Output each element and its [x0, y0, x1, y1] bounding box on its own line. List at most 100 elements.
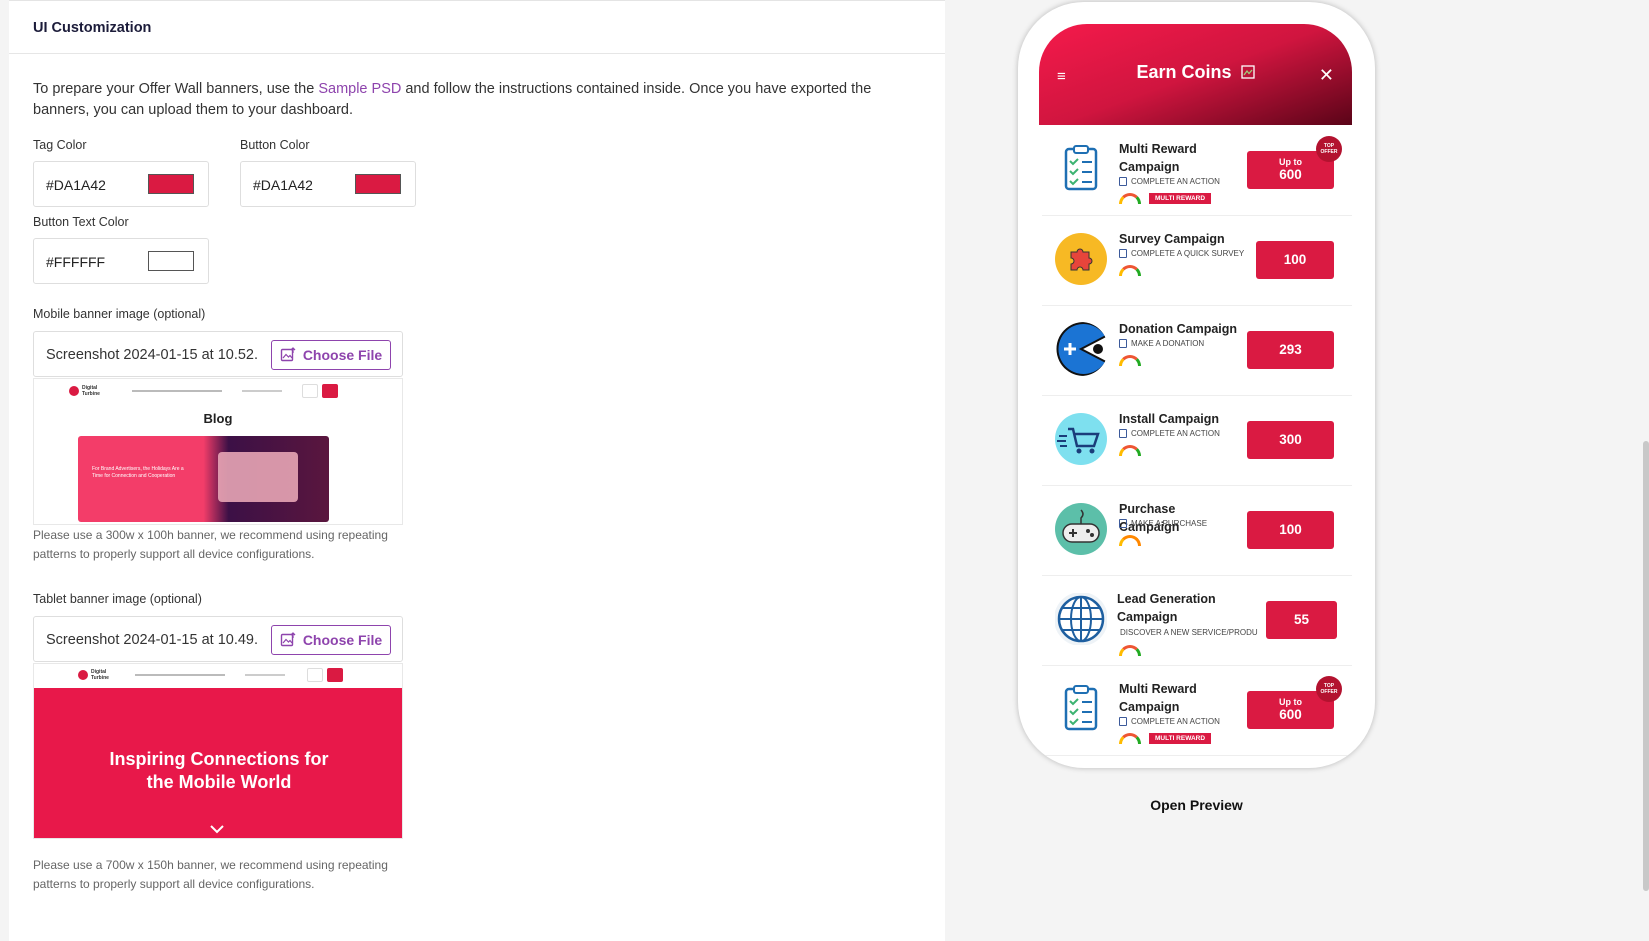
offer-list: Multi Reward Campaign COMPLETE AN ACTION…	[1042, 126, 1352, 756]
offer-subtitle-text: MAKE A DONATION	[1131, 339, 1205, 348]
mini-menu-2	[245, 674, 285, 676]
mini-menu	[132, 390, 222, 392]
preview-panel: ≡ Earn Coins ✕ Multi Reward Campaign COM…	[945, 0, 1649, 941]
difficulty-gauge-icon	[1119, 535, 1141, 546]
button-color-swatch[interactable]	[355, 174, 401, 194]
multi-reward-tag: MULTI REWARD	[1149, 733, 1212, 744]
mini-login	[307, 668, 323, 682]
tag-color-field[interactable]: #DA1A42	[33, 161, 209, 207]
mini-menu	[135, 674, 225, 676]
clipboard-icon	[1064, 685, 1098, 731]
top-offer-badge: TOP OFFER	[1316, 676, 1342, 702]
phone-icon	[1119, 177, 1127, 186]
tablet-banner-preview: Digital Turbine Inspiring Connections fo…	[33, 663, 403, 839]
offer-item[interactable]: Multi Reward Campaign COMPLETE AN ACTION…	[1042, 126, 1352, 216]
upto-label: Up to	[1279, 157, 1302, 167]
coin-image-icon	[1240, 65, 1255, 79]
mini-nav: Digital Turbine	[34, 664, 402, 686]
offer-title: Purchase Campaign	[1119, 502, 1180, 534]
offer-subtitle-text: COMPLETE AN ACTION	[1131, 717, 1220, 726]
reward-button[interactable]: 300	[1247, 421, 1334, 459]
mini-menu-2	[242, 390, 282, 392]
offer-item[interactable]: Donation Campaign MAKE A DONATION 293	[1042, 306, 1352, 396]
offerwall-title-text: Earn Coins	[1136, 62, 1232, 82]
reward-button[interactable]: 100	[1247, 511, 1334, 549]
tablet-banner-label: Tablet banner image (optional)	[33, 592, 202, 606]
tag-color-value[interactable]: #DA1A42	[46, 177, 106, 193]
difficulty-gauge-icon	[1119, 193, 1141, 204]
difficulty-gauge-icon	[1119, 355, 1141, 366]
offer-item[interactable]: Lead Generation Campaign DISCOVER A NEW …	[1042, 576, 1352, 666]
offer-subtitle: COMPLETE AN ACTION	[1119, 177, 1220, 186]
mobile-banner-preview: Digital Turbine Blog For Brand Advertise…	[33, 378, 403, 525]
survey-icon	[1119, 249, 1127, 258]
button-text-color-label: Button Text Color	[33, 215, 129, 229]
button-text-color-value[interactable]: #FFFFFF	[46, 254, 105, 270]
offer-item[interactable]: Survey Campaign COMPLETE A QUICK SURVEY …	[1042, 216, 1352, 306]
upload-image-icon	[280, 347, 296, 362]
button-color-value[interactable]: #DA1A42	[253, 177, 313, 193]
offer-subtitle: COMPLETE AN ACTION	[1119, 429, 1220, 438]
difficulty-gauge-icon	[1119, 445, 1141, 456]
sample-psd-link[interactable]: Sample PSD	[318, 81, 401, 97]
reward-amount: 300	[1279, 432, 1302, 447]
mini-contact	[322, 384, 338, 398]
tablet-banner-filename: Screenshot 2024-01-15 at 10.49.	[46, 632, 259, 648]
offer-title: Multi Reward Campaign	[1119, 142, 1197, 174]
section-title: UI Customization	[33, 20, 152, 36]
offer-title: Donation Campaign	[1119, 322, 1238, 336]
phone-icon	[1119, 429, 1127, 438]
difficulty-gauge-icon	[1119, 265, 1141, 276]
multi-reward-tag: MULTI REWARD	[1149, 193, 1212, 204]
button-color-field[interactable]: #DA1A42	[240, 161, 416, 207]
tablet-banner-file-input[interactable]: Screenshot 2024-01-15 at 10.49. Choose F…	[33, 616, 403, 662]
mobile-banner-label: Mobile banner image (optional)	[33, 307, 206, 321]
scrollbar[interactable]	[1643, 441, 1649, 891]
gamepad-icon	[1055, 503, 1107, 555]
phone-preview: ≡ Earn Coins ✕ Multi Reward Campaign COM…	[1018, 2, 1375, 768]
button-color-label: Button Color	[240, 138, 310, 152]
clipboard-icon	[1064, 145, 1098, 191]
reward-button[interactable]: 100	[1256, 241, 1334, 279]
offer-title: Survey Campaign	[1119, 232, 1225, 246]
offer-title: Lead Generation Campaign	[1117, 592, 1216, 624]
logo-icon	[69, 386, 79, 396]
mobile-banner-hint: Please use a 300w x 100h banner, we reco…	[33, 528, 388, 561]
tablet-choose-file-button[interactable]: Choose File	[271, 625, 391, 655]
cart-icon	[1055, 413, 1107, 465]
hero-heading: Inspiring Connections for the Mobile Wor…	[109, 749, 329, 792]
mini-contact	[327, 668, 343, 682]
reward-amount: 55	[1293, 612, 1310, 627]
mobile-banner-file-input[interactable]: Screenshot 2024-01-15 at 10.52. Choose F…	[33, 331, 403, 377]
ui-customization-panel: UI Customization To prepare your Offer W…	[9, 0, 945, 941]
offerwall-title: Earn Coins	[1039, 62, 1352, 83]
blog-card-text: For Brand Advertisers, the Holidays Are …	[92, 466, 184, 479]
reward-amount: 293	[1279, 342, 1302, 357]
mobile-choose-file-button[interactable]: Choose File	[271, 340, 391, 370]
tag-color-swatch[interactable]	[148, 174, 194, 194]
intro-before: To prepare your Offer Wall banners, use …	[33, 81, 319, 97]
reward-button[interactable]: 55	[1266, 601, 1337, 639]
close-icon[interactable]: ✕	[1319, 65, 1334, 86]
offer-subtitle: MAKE A PURCHASE	[1119, 519, 1207, 528]
offer-subtitle: DISCOVER A NEW SERVICE/PRODU	[1120, 628, 1258, 637]
offer-subtitle-text: MAKE A PURCHASE	[1131, 519, 1208, 528]
offer-subtitle: COMPLETE A QUICK SURVEY	[1119, 249, 1244, 258]
mini-nav: Digital Turbine	[34, 380, 402, 402]
tablet-banner-hint: Please use a 700w x 150h banner, we reco…	[33, 858, 388, 891]
upto-label: Up to	[1279, 697, 1302, 707]
offer-subtitle-text: COMPLETE AN ACTION	[1131, 429, 1220, 438]
open-preview-link[interactable]: Open Preview	[945, 797, 1448, 813]
tag-color-label: Tag Color	[33, 138, 87, 152]
offer-item[interactable]: Multi Reward Campaign COMPLETE AN ACTION…	[1042, 666, 1352, 756]
mini-logo-text: Digital Turbine	[91, 669, 109, 681]
chevron-down-icon	[210, 825, 224, 834]
offer-item[interactable]: Purchase Campaign MAKE A PURCHASE 100	[1042, 486, 1352, 576]
button-text-color-field[interactable]: #FFFFFF	[33, 238, 209, 284]
blog-card-illustration	[218, 452, 298, 502]
button-text-color-swatch[interactable]	[148, 251, 194, 271]
cart-small-icon	[1119, 519, 1127, 528]
divider	[9, 53, 945, 54]
reward-button[interactable]: 293	[1247, 331, 1334, 369]
offer-item[interactable]: Install Campaign COMPLETE AN ACTION 300	[1042, 396, 1352, 486]
